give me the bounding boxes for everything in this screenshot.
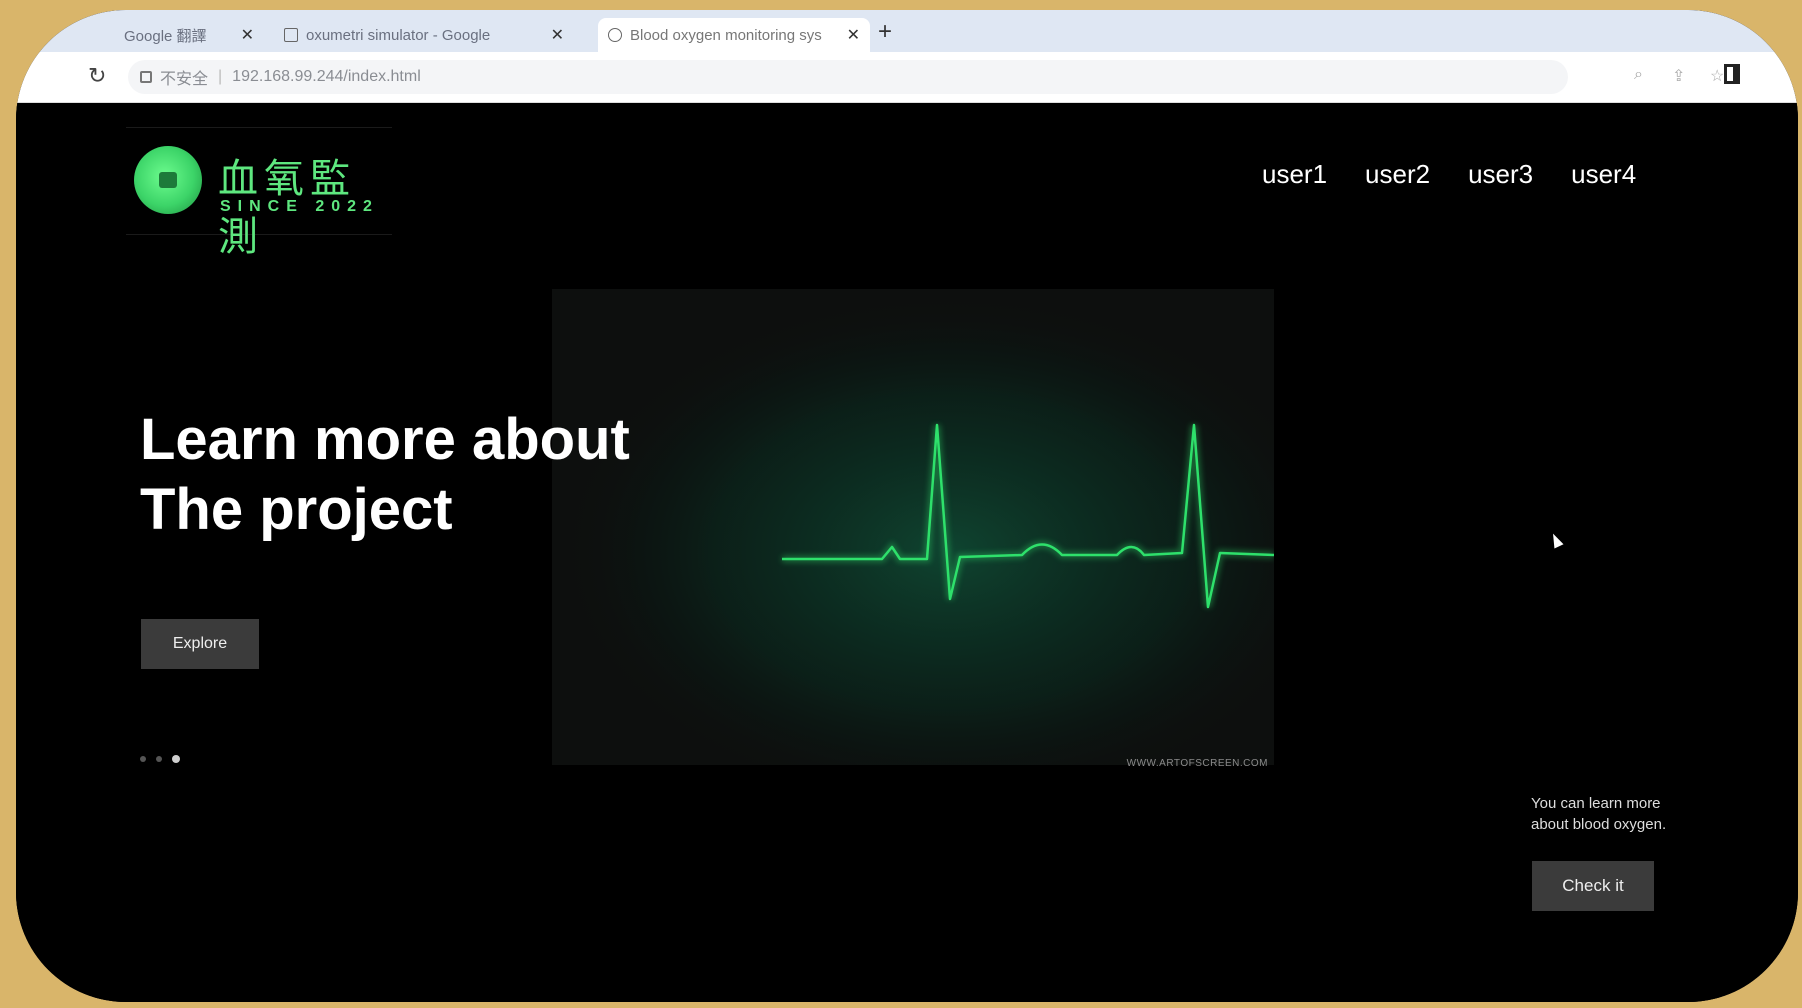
hero-ecg-image: WWW.ARTOFSCREEN.COM [552, 289, 1275, 769]
page-icon [284, 28, 298, 42]
share-icon[interactable]: ⇪ [1672, 66, 1690, 85]
url-field[interactable]: 不安全 | 192.168.99.244/index.html [128, 60, 1568, 94]
nav-user4[interactable]: user4 [1571, 159, 1636, 190]
separator: | [218, 68, 223, 85]
globe-icon [608, 28, 622, 42]
site-logo[interactable]: 血氧監測 SINCE 2022 [126, 127, 392, 260]
carousel-dot-3[interactable] [172, 755, 180, 763]
monitor-frame: Google 翻譯 ✕ oxumetri simulator - Google … [16, 10, 1798, 1002]
side-panel-icon[interactable] [1724, 64, 1740, 84]
tab-label: Blood oxygen monitoring sys [630, 26, 822, 44]
mouse-cursor-icon [1548, 531, 1564, 549]
logo-emblem-icon [134, 146, 202, 214]
tab-label: Google 翻譯 [124, 27, 207, 45]
zoom-icon[interactable]: ⌕ [1634, 66, 1652, 84]
tab-bar: Google 翻譯 ✕ oxumetri simulator - Google … [16, 10, 1798, 52]
hero-title: Learn more about The project [140, 405, 630, 545]
carousel-dot-2[interactable] [156, 756, 162, 762]
address-icons: ⌕ ⇪ ☆ [1634, 66, 1728, 85]
address-bar: ↻ 不安全 | 192.168.99.244/index.html ⌕ ⇪ ☆ [16, 52, 1798, 103]
web-page: 血氧監測 SINCE 2022 user1 user2 user3 user4 [16, 103, 1798, 1002]
close-icon[interactable]: ✕ [551, 25, 564, 45]
tab-blood-oxygen[interactable]: Blood oxygen monitoring sys ✕ [598, 18, 870, 52]
logo-subtitle: SINCE 2022 [220, 198, 379, 215]
nav-user3[interactable]: user3 [1468, 159, 1533, 190]
tab-oximeter-search[interactable]: oxumetri simulator - Google ✕ [274, 18, 574, 52]
nav-user2[interactable]: user2 [1365, 159, 1430, 190]
new-tab-button[interactable]: + [878, 18, 892, 46]
carousel-dot-1[interactable] [140, 756, 146, 762]
security-label: 不安全 [160, 71, 209, 88]
main-nav: user1 user2 user3 user4 [1262, 159, 1636, 190]
image-credit: WWW.ARTOFSCREEN.COM [1126, 758, 1268, 769]
ecg-graphic [552, 289, 1275, 765]
lock-icon [140, 71, 152, 83]
side-info-text: You can learn more about blood oxygen. [1531, 795, 1667, 833]
close-icon[interactable]: ✕ [847, 25, 860, 45]
nav-user1[interactable]: user1 [1262, 159, 1327, 190]
check-it-button[interactable]: Check it [1532, 861, 1654, 911]
close-icon[interactable]: ✕ [241, 25, 254, 45]
hero-title-line2: The project [140, 477, 453, 542]
tab-label: oxumetri simulator - Google [306, 26, 491, 44]
hero-title-line1: Learn more about [140, 407, 630, 472]
tab-google-translate[interactable]: Google 翻譯 ✕ [114, 18, 264, 52]
explore-button[interactable]: Explore [141, 619, 259, 669]
reload-icon[interactable]: ↻ [88, 63, 106, 89]
url-text: 192.168.99.244/index.html [232, 68, 421, 85]
carousel-indicators [140, 755, 180, 763]
